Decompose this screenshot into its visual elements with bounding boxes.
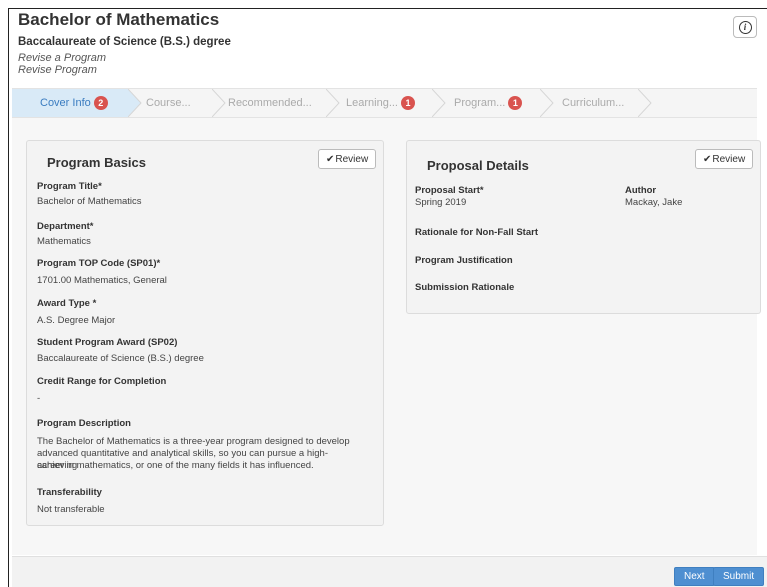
department-label: Department* xyxy=(37,221,94,232)
justification-label: Program Justification xyxy=(415,255,513,266)
credit-range-label: Credit Range for Completion xyxy=(37,376,167,387)
transferability-label: Transferability xyxy=(37,487,102,498)
page-title: Bachelor of Mathematics xyxy=(18,10,220,29)
next-button[interactable]: Next xyxy=(674,567,715,586)
review-label: Review xyxy=(335,153,369,165)
award-type-value: A.S. Degree Major xyxy=(37,315,116,326)
step-label: Recommended... xyxy=(228,97,312,109)
student-award-value: Baccalaureate of Science (B.S.) degree xyxy=(37,353,204,364)
program-basics-panel: Program Basics ✔ Review Program Title* B… xyxy=(26,140,384,526)
step-label: Curriculum... xyxy=(562,97,625,109)
step-label: Learning... xyxy=(346,97,398,109)
student-award-label: Student Program Award (SP02) xyxy=(37,337,178,348)
review-button[interactable]: ✔ Review xyxy=(695,149,754,169)
step-cover-info[interactable]: Cover Info 2 xyxy=(12,89,128,117)
checkmark-icon: ✔ xyxy=(326,153,335,165)
page-subtitle: Baccalaureate of Science (B.S.) degree xyxy=(18,36,231,48)
review-button[interactable]: ✔ Review xyxy=(318,149,377,169)
review-label: Review xyxy=(712,153,746,165)
step-error-badge: 1 xyxy=(508,96,523,110)
step-separator-icon xyxy=(432,89,446,117)
step-label: Program... xyxy=(454,97,506,109)
step-separator-icon xyxy=(540,89,554,117)
step-error-badge: 1 xyxy=(400,96,415,110)
step-separator-icon xyxy=(128,89,142,117)
author-value: Mackay, Jake xyxy=(625,197,683,208)
step-separator-icon xyxy=(326,89,340,117)
step-label: Course... xyxy=(146,97,191,109)
step-recommended[interactable]: Recommended... xyxy=(228,89,312,117)
description-line: The Bachelor of Mathematics is a three-y… xyxy=(37,436,350,447)
checkmark-icon: ✔ xyxy=(703,153,712,165)
proposal-start-value: Spring 2019 xyxy=(415,197,467,208)
step-error-badge: 2 xyxy=(93,96,108,110)
description-line: career in mathematics, or one of the man… xyxy=(37,460,314,471)
award-type-label: Award Type * xyxy=(37,298,97,309)
info-button[interactable]: i xyxy=(733,16,757,38)
submission-rationale-label: Submission Rationale xyxy=(415,282,515,293)
rationale-label: Rationale for Non-Fall Start xyxy=(415,227,538,238)
description-label: Program Description xyxy=(37,418,131,429)
footer-bar xyxy=(12,556,767,587)
step-wizard: Cover Info 2 Course... Recommended... Le… xyxy=(12,88,757,118)
department-value: Mathematics xyxy=(37,236,91,247)
step-program[interactable]: Program... 1 xyxy=(454,89,523,117)
proposal-start-label: Proposal Start* xyxy=(415,185,484,196)
step-label: Cover Info xyxy=(40,97,91,109)
proposal-details-panel: Proposal Details ✔ Review Proposal Start… xyxy=(406,140,761,314)
program-title-label: Program Title* xyxy=(37,181,102,192)
action-type: Revise a Program xyxy=(18,52,107,64)
info-icon: i xyxy=(738,20,752,34)
top-code-value: 1701.00 Mathematics, General xyxy=(37,275,167,286)
program-title-value: Bachelor of Mathematics xyxy=(37,196,142,207)
credit-range-value: - xyxy=(37,393,41,404)
submit-button[interactable]: Submit xyxy=(713,567,765,586)
top-code-label: Program TOP Code (SP01)* xyxy=(37,258,161,269)
step-separator-icon xyxy=(212,89,226,117)
author-label: Author xyxy=(625,185,657,196)
panel-title: Proposal Details xyxy=(427,158,529,173)
step-separator-icon xyxy=(638,89,652,117)
transferability-value: Not transferable xyxy=(37,504,105,515)
step-course[interactable]: Course... xyxy=(146,89,191,117)
step-learning[interactable]: Learning... 1 xyxy=(346,89,415,117)
panel-title: Program Basics xyxy=(47,155,146,170)
action-subtype: Revise Program xyxy=(18,64,97,76)
step-curriculum[interactable]: Curriculum... xyxy=(562,89,624,117)
